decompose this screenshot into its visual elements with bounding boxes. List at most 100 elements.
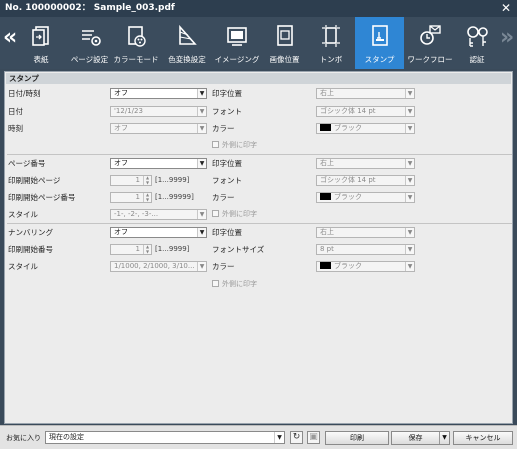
tab-color-mode[interactable]: カラーモード [112, 17, 160, 69]
stamp-settings-panel: スタンプ 日付/時刻 オフ ▼ 日付 '12/1/23 ▼ 時刻 オフ ▼ 印字位置 … [4, 71, 513, 424]
numbering-select[interactable]: オフ ▼ [110, 227, 207, 238]
image-position-icon [276, 25, 293, 46]
page-outside-label: 外側に印字 [222, 210, 257, 218]
datetime-select[interactable]: オフ ▼ [110, 88, 207, 99]
start-page-number-stepper[interactable]: 1 ▲ ▼ [110, 192, 152, 203]
start-number-stepper[interactable]: 1 ▲ ▼ [110, 244, 152, 255]
date-select[interactable]: '12/1/23 ▼ [110, 106, 207, 117]
chevron-down-icon: ▼ [197, 228, 206, 237]
tab-workflow[interactable]: ワークフロー [405, 17, 455, 69]
tab-authentication[interactable]: 認証 [456, 17, 498, 69]
numbering-label: ナンバリング [8, 228, 53, 237]
date-value: '12/1/23 [114, 107, 143, 115]
numbering-color-value: ブラック [334, 262, 362, 270]
tab-label: ページ設定 [70, 55, 109, 64]
numbering-color-label: カラー [212, 262, 235, 271]
start-number-value: 1 [135, 245, 140, 253]
tab-toolbar: « 表紙 ページ設定 カラーモード 色変換設定 イメージング 画像位置 トンボ … [0, 17, 517, 69]
tab-crop-marks[interactable]: トンボ [310, 17, 352, 69]
page-position-select[interactable]: 右上 ▼ [316, 158, 415, 169]
time-select[interactable]: オフ ▼ [110, 123, 207, 134]
date-label: 日付 [8, 107, 23, 116]
chevron-down-icon: ▼ [405, 89, 414, 98]
tab-color-conversion[interactable]: 色変換設定 [162, 17, 212, 69]
numbering-position-select[interactable]: 右上 ▼ [316, 227, 415, 238]
color-swatch [320, 262, 331, 269]
page-color-value: ブラック [334, 193, 362, 201]
page-style-value: -1-, -2-, -3-... [114, 210, 159, 218]
favorites-select[interactable]: 現在の設定 ▼ [45, 431, 285, 444]
cancel-button[interactable]: キャンセル [453, 431, 513, 445]
chevron-down-icon: ▼ [405, 159, 414, 168]
page-number-label: ページ番号 [8, 159, 46, 168]
numbering-style-label: スタイル [8, 262, 38, 271]
page-color-label: カラー [212, 193, 235, 202]
datetime-outside-checkbox[interactable]: 外側に印字 [212, 140, 257, 151]
divider [7, 154, 512, 155]
numbering-color-select[interactable]: ブラック ▼ [316, 261, 415, 272]
page-font-value: ゴシック体 14 pt [320, 176, 376, 184]
time-value: オフ [114, 124, 128, 132]
chevron-down-icon: ▼ [405, 124, 414, 133]
numbering-fontsize-select[interactable]: 8 pt ▼ [316, 244, 415, 255]
tab-label: ワークフロー [407, 55, 453, 64]
page-number-select[interactable]: オフ ▼ [110, 158, 207, 169]
datetime-font-label: フォント [212, 107, 242, 116]
page-number-value: オフ [114, 159, 128, 167]
stepper-arrows-icon: ▲ ▼ [143, 244, 151, 254]
chevron-down-icon: ▼ [274, 432, 284, 443]
imaging-icon [227, 27, 247, 46]
start-page-number-value: 1 [135, 193, 140, 201]
datetime-position-select[interactable]: 右上 ▼ [316, 88, 415, 99]
datetime-position-value: 右上 [320, 89, 334, 97]
tab-page-settings[interactable]: ページ設定 [67, 17, 112, 69]
tab-label: 色変換設定 [168, 55, 206, 64]
numbering-outside-checkbox[interactable]: 外側に印字 [212, 279, 257, 290]
chevron-down-icon[interactable]: ▼ [439, 432, 449, 444]
numbering-style-select[interactable]: 1/1000, 2/1000, 3/10... ▼ [110, 261, 207, 272]
page-outside-checkbox[interactable]: 外側に印字 [212, 209, 257, 220]
refresh-button[interactable]: ↻ [290, 431, 303, 444]
page-position-value: 右上 [320, 159, 334, 167]
color-swatch [320, 124, 331, 131]
crop-marks-icon [322, 25, 340, 47]
chevron-down-icon: ▼ [197, 89, 206, 98]
datetime-position-label: 印字位置 [212, 89, 242, 98]
datetime-font-select[interactable]: ゴシック体 14 pt ▼ [316, 106, 415, 117]
datetime-outside-label: 外側に印字 [222, 141, 257, 149]
scroll-left-icon[interactable]: « [3, 27, 17, 49]
numbering-fontsize-label: フォントサイズ [212, 245, 265, 254]
tab-stamp[interactable]: スタンプ [355, 17, 404, 69]
start-page-stepper[interactable]: 1 ▲ ▼ [110, 175, 152, 186]
tab-image-position[interactable]: 画像位置 [262, 17, 307, 69]
chevron-down-icon: ▼ [197, 159, 206, 168]
start-page-label: 印刷開始ページ [8, 176, 61, 185]
close-icon[interactable]: ✕ [501, 0, 511, 17]
stepper-arrows-icon: ▲ ▼ [143, 192, 151, 202]
workflow-icon [420, 25, 441, 45]
page-settings-icon [81, 30, 101, 46]
save-favorite-button[interactable]: ▣ [307, 431, 320, 444]
page-style-select[interactable]: -1-, -2-, -3-... ▼ [110, 209, 207, 220]
tab-imaging[interactable]: イメージング [212, 17, 262, 69]
numbering-style-value: 1/1000, 2/1000, 3/10... [114, 262, 195, 270]
datetime-color-select[interactable]: ブラック ▼ [316, 123, 415, 134]
tab-label: 認証 [469, 55, 485, 64]
chevron-down-icon: ▼ [197, 210, 206, 219]
datetime-value: オフ [114, 89, 128, 97]
chevron-down-icon: ▼ [405, 176, 414, 185]
page-color-select[interactable]: ブラック ▼ [316, 192, 415, 203]
page-font-select[interactable]: ゴシック体 14 pt ▼ [316, 175, 415, 186]
datetime-font-value: ゴシック体 14 pt [320, 107, 376, 115]
tab-cover[interactable]: 表紙 [23, 17, 59, 69]
chevron-down-icon: ▼ [405, 193, 414, 202]
chevron-down-icon: ▼ [197, 107, 206, 116]
scroll-right-icon[interactable]: » [500, 27, 514, 49]
save-button[interactable]: 保存 ▼ [391, 431, 450, 445]
print-button[interactable]: 印刷 [325, 431, 389, 445]
chevron-down-icon: ▼ [405, 107, 414, 116]
numbering-fontsize-value: 8 pt [320, 245, 334, 253]
tab-label: 表紙 [33, 55, 49, 64]
refresh-icon: ↻ [292, 432, 301, 442]
time-label: 時刻 [8, 124, 23, 133]
